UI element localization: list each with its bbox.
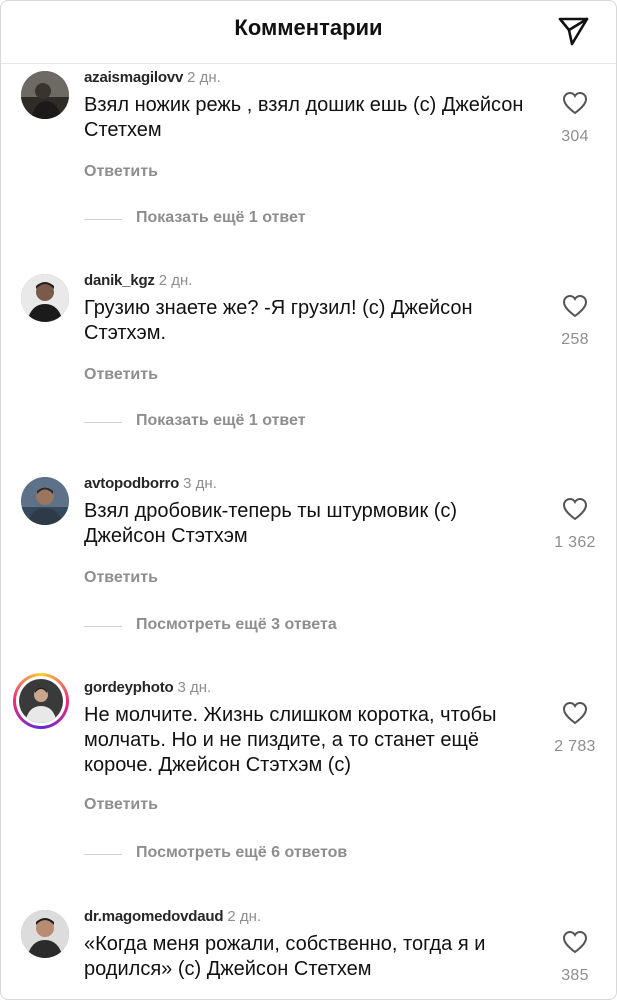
- like-control: 385: [550, 930, 600, 985]
- reply-button[interactable]: Ответить: [84, 366, 158, 384]
- divider-line: [84, 422, 122, 423]
- comments-sheet: Комментарии azaismagilovv 2 дн. Взял ножи…: [0, 0, 617, 1000]
- comment-meta: avtopodborro 3 дн.: [84, 475, 217, 492]
- show-more-label: Показать ещё 1 ответ: [136, 412, 306, 429]
- like-control: 258: [550, 294, 600, 349]
- reply-button[interactable]: Ответить: [84, 796, 158, 814]
- page-title: Комментарии: [234, 15, 383, 40]
- comment-time: 3 дн.: [183, 475, 217, 492]
- avatar-with-story-ring[interactable]: [13, 673, 69, 729]
- heart-icon[interactable]: [562, 294, 588, 318]
- comment-meta: gordeyphoto 3 дн.: [84, 679, 211, 696]
- comment-text: Не молчите. Жизнь слишком коротка, чтобы…: [84, 704, 497, 776]
- avatar-ring-gap: [16, 676, 66, 726]
- paper-plane-icon[interactable]: [556, 15, 590, 47]
- comment-meta: azaismagilovv 2 дн.: [84, 69, 221, 86]
- comment-meta: danik_kgz 2 дн.: [84, 272, 192, 289]
- username[interactable]: dr.magomedovdaud: [84, 908, 224, 925]
- username[interactable]: gordeyphoto: [84, 679, 174, 696]
- like-control: 1 362: [550, 497, 600, 552]
- username[interactable]: danik_kgz: [84, 272, 155, 289]
- comment-time: 2 дн.: [158, 272, 193, 289]
- heart-icon[interactable]: [562, 91, 588, 115]
- avatar-photo: [21, 910, 69, 958]
- avatar[interactable]: [21, 274, 69, 322]
- like-count: 258: [561, 331, 589, 348]
- comment-text: «Когда меня рожали, собственно, тогда я …: [84, 933, 486, 980]
- like-control: 304: [550, 91, 600, 146]
- divider-line: [84, 626, 122, 627]
- like-count: 2 783: [554, 738, 596, 755]
- show-more-label: Показать ещё 1 ответ: [136, 209, 306, 226]
- comment-text: Взял ножик режь , взял дошик ешь (с) Дже…: [84, 94, 524, 141]
- show-more-label: Посмотреть ещё 6 ответов: [136, 844, 348, 861]
- header: Комментарии: [1, 1, 616, 59]
- comment-time: 2 дн.: [227, 908, 262, 925]
- like-count: 304: [561, 128, 589, 145]
- avatar-photo: [21, 71, 69, 119]
- username[interactable]: avtopodborro: [84, 475, 179, 492]
- comment-meta: dr.magomedovdaud 2 дн.: [84, 908, 261, 925]
- divider-line: [84, 219, 122, 220]
- show-more-label: Посмотреть ещё 3 ответа: [136, 616, 337, 633]
- avatar-photo: [21, 274, 69, 322]
- avatar-photo: [19, 679, 63, 723]
- comment-time: 3 дн.: [177, 679, 212, 696]
- reply-button[interactable]: Ответить: [84, 569, 158, 587]
- heart-icon[interactable]: [562, 497, 588, 521]
- like-control: 2 783: [550, 701, 600, 756]
- avatar[interactable]: [21, 910, 69, 958]
- avatar[interactable]: [21, 71, 69, 119]
- avatar[interactable]: [21, 477, 69, 525]
- username[interactable]: azaismagilovv: [84, 69, 183, 86]
- header-divider: [1, 63, 616, 64]
- comment-time: 2 дн.: [187, 69, 221, 86]
- divider-line: [84, 854, 122, 855]
- avatar-photo: [21, 477, 69, 525]
- heart-icon[interactable]: [562, 930, 588, 954]
- like-count: 1 362: [554, 534, 596, 551]
- reply-button[interactable]: Ответить: [84, 163, 158, 181]
- comment-text: Грузию знаете же? -Я грузил! (с) Джейсон…: [84, 297, 473, 344]
- heart-icon[interactable]: [562, 701, 588, 725]
- like-count: 385: [561, 967, 589, 984]
- comment-text: Взял дробовик-теперь ты штурмовик (с) Дж…: [84, 500, 458, 547]
